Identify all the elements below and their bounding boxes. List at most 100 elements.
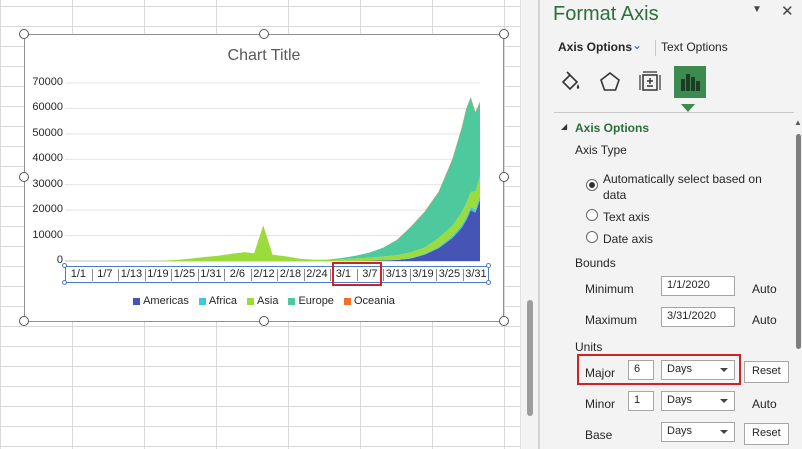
minor-unit-dropdown[interactable]: Days xyxy=(661,391,735,411)
major-unit-value: Days xyxy=(667,363,693,375)
chevron-down-icon[interactable] xyxy=(720,399,728,403)
effects-pentagon-icon[interactable] xyxy=(594,66,626,98)
x-axis-selection-handle[interactable] xyxy=(486,263,491,268)
section-header-axis-options[interactable]: Axis Options xyxy=(575,121,649,135)
minor-auto-label: Auto xyxy=(752,397,777,411)
x-tick-separator xyxy=(197,269,199,281)
tab-axis-options[interactable]: Axis Options xyxy=(558,40,632,54)
chart-object[interactable]: Chart Title 70000 60000 50000 40000 30000 200… xyxy=(19,29,509,326)
legend-swatch xyxy=(343,297,351,305)
scrollbar-thumb[interactable] xyxy=(527,300,533,416)
base-label: Base xyxy=(585,428,613,442)
x-tick-separator xyxy=(436,269,437,281)
chart-resize-handle[interactable] xyxy=(19,316,29,326)
chevron-down-icon[interactable]: ⌄ xyxy=(632,38,642,52)
x-tick-label: 1/19 xyxy=(147,268,169,280)
radio-date-label[interactable]: Date axis xyxy=(603,232,653,246)
x-tick-separator xyxy=(171,269,172,281)
x-tick-separator xyxy=(303,269,305,281)
format-axis-pane: Format Axis ▼ ✕ Axis Options ⌄ Text Opti… xyxy=(540,0,802,449)
x-tick-label: 1/13 xyxy=(120,268,143,280)
minor-unit-value: Days xyxy=(667,394,693,406)
x-tick-label: 3/31 xyxy=(465,268,487,280)
minor-label: Minor xyxy=(585,397,616,411)
x-tick-separator xyxy=(383,269,384,281)
scrollbar-thumb[interactable] xyxy=(796,134,801,349)
x-tick-label: 1/7 xyxy=(97,268,113,280)
pane-vertical-scrollbar[interactable]: ▲ xyxy=(794,118,802,449)
chart-resize-handle[interactable] xyxy=(499,29,509,39)
base-unit-dropdown[interactable]: Days xyxy=(661,422,735,442)
x-tick-separator xyxy=(462,269,464,281)
chart-resize-handle[interactable] xyxy=(499,172,509,182)
radio-text-label[interactable]: Text axis xyxy=(603,210,650,224)
x-tick-separator xyxy=(409,269,411,281)
chart-resize-handle[interactable] xyxy=(19,29,29,39)
tab-separator xyxy=(655,40,656,56)
x-axis-selection-handle[interactable] xyxy=(62,280,67,285)
legend-label: Asia xyxy=(257,295,279,307)
minor-unit-field[interactable]: 1 xyxy=(628,391,654,411)
chevron-down-icon[interactable] xyxy=(720,430,728,434)
radio-date-axis[interactable] xyxy=(586,231,598,243)
major-unit-field[interactable]: 6 xyxy=(628,360,654,380)
major-reset-button[interactable]: Reset xyxy=(744,361,789,383)
major-label: Major xyxy=(585,366,616,380)
x-axis-selection-handle[interactable] xyxy=(62,263,67,268)
chart-resize-handle[interactable] xyxy=(259,29,269,39)
legend-swatch xyxy=(198,297,206,305)
maximum-label: Maximum xyxy=(585,313,638,327)
chart-legend[interactable]: Americas Africa Asia Europe Oceania xyxy=(25,295,503,307)
x-axis-selection-handle[interactable] xyxy=(486,280,491,285)
x-tick-label: 3/25 xyxy=(438,268,461,280)
x-tick-label: 1/25 xyxy=(173,268,196,280)
legend-label: Americas xyxy=(143,295,189,307)
x-tick-separator xyxy=(118,269,119,281)
chart-resize-handle[interactable] xyxy=(499,316,509,326)
x-tick-label: 2/24 xyxy=(306,268,328,280)
tab-text-options[interactable]: Text Options xyxy=(661,40,728,54)
radio-text-axis[interactable] xyxy=(586,209,598,221)
radio-auto-axis[interactable] xyxy=(586,179,598,191)
size-properties-icon[interactable] xyxy=(634,66,666,98)
collapse-caret-icon[interactable]: ◢ xyxy=(561,122,567,131)
major-unit-dropdown[interactable]: Days xyxy=(661,360,735,380)
legend-swatch xyxy=(247,297,255,305)
axis-type-label: Axis Type xyxy=(575,143,627,157)
x-tick-label: 3/19 xyxy=(412,268,434,280)
x-tick-label: 1/31 xyxy=(200,268,222,280)
maximum-auto-label: Auto xyxy=(752,313,777,327)
base-unit-value: Days xyxy=(667,425,693,437)
x-tick-label: 3/13 xyxy=(385,268,408,280)
worksheet-vertical-scrollbar[interactable] xyxy=(520,0,538,449)
scroll-up-icon[interactable]: ▲ xyxy=(794,118,802,127)
legend-item[interactable]: Africa xyxy=(198,295,238,307)
maximum-field[interactable]: 3/31/2020 xyxy=(661,307,735,327)
legend-item[interactable]: Oceania xyxy=(343,295,395,307)
pane-title: Format Axis xyxy=(553,3,659,25)
x-tick-label: 1/1 xyxy=(70,268,87,280)
axis-options-bar-chart-icon[interactable] xyxy=(674,66,706,98)
minimum-field[interactable]: 1/1/2020 xyxy=(661,276,735,296)
close-icon[interactable]: ✕ xyxy=(781,2,794,20)
area-series-europe xyxy=(65,97,480,262)
x-tick-highlight-box xyxy=(332,262,382,286)
chevron-down-icon[interactable]: ▼ xyxy=(752,4,762,15)
legend-label: Africa xyxy=(208,295,238,307)
x-tick-label: 2/18 xyxy=(279,268,302,280)
radio-auto-label[interactable]: Automatically select based on xyxy=(603,172,762,186)
legend-item[interactable]: Europe xyxy=(288,295,334,307)
chart-resize-handle[interactable] xyxy=(19,172,29,182)
bounds-label: Bounds xyxy=(575,256,616,270)
radio-auto-label-line2[interactable]: data xyxy=(603,188,626,202)
x-tick-separator xyxy=(250,269,252,281)
base-reset-button[interactable]: Reset xyxy=(744,423,789,445)
fill-line-icon[interactable] xyxy=(554,66,586,98)
legend-label: Oceania xyxy=(353,295,395,307)
legend-item[interactable]: Americas xyxy=(133,295,189,307)
legend-item[interactable]: Asia xyxy=(247,295,278,307)
x-tick-separator xyxy=(91,269,93,281)
chevron-down-icon[interactable] xyxy=(720,368,728,372)
chart-resize-handle[interactable] xyxy=(259,316,269,326)
x-tick-separator xyxy=(224,269,225,281)
